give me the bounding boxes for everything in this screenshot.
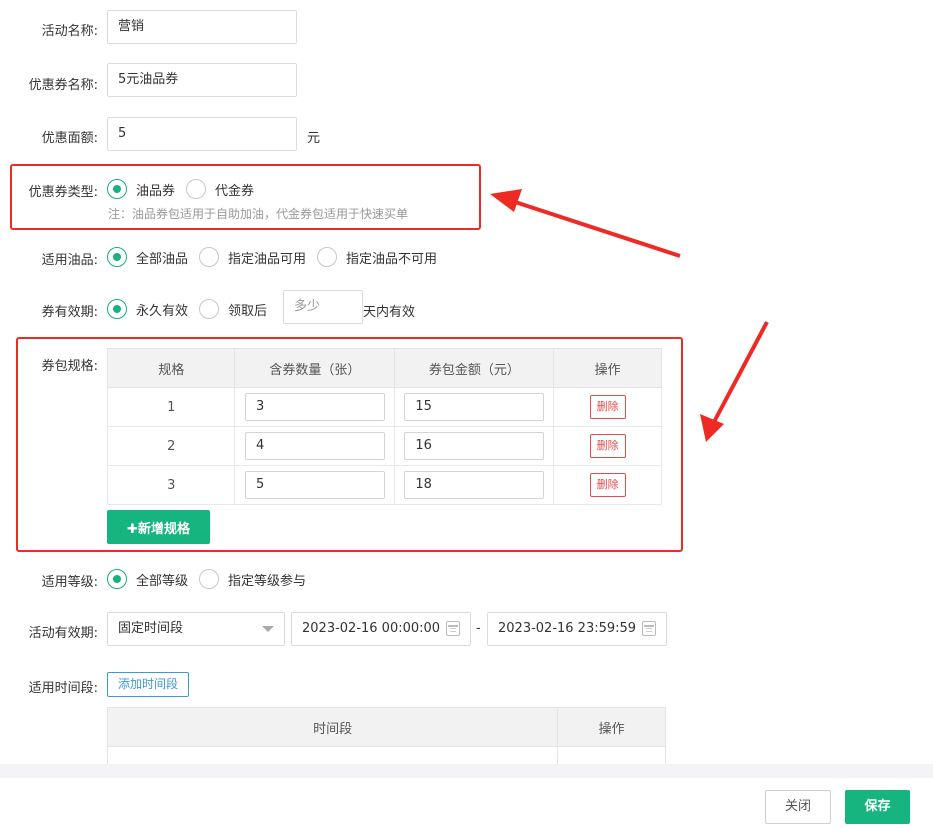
table-row: 1 3 15 删除: [106, 387, 662, 427]
radio-excluded-products-label[interactable]: 指定油品不可用: [346, 248, 437, 267]
applicable-products-label: 适用油品:: [41, 253, 98, 268]
spec-cell: 1: [106, 387, 236, 427]
column-header-spec: 规格: [106, 348, 236, 388]
delete-button[interactable]: 删除: [589, 434, 626, 458]
radio-excluded-products[interactable]: [317, 247, 338, 267]
applicable-products-radio-group: 全部油品 指定油品可用 指定油品不可用: [107, 246, 448, 268]
start-date-picker[interactable]: 2023-02-16 00:00:00: [291, 612, 471, 646]
activity-name-input[interactable]: 营销: [107, 10, 297, 44]
radio-all-products-label[interactable]: 全部油品: [136, 248, 188, 267]
radio-all-levels-label[interactable]: 全部等级: [136, 570, 188, 589]
package-spec-table: 规格 含券数量（张） 券包金额（元） 操作 1 3 15 删除 2 4 16 删…: [106, 348, 662, 505]
radio-cash-coupon[interactable]: [186, 179, 207, 199]
validity-days-input[interactable]: 多少: [283, 290, 363, 324]
table-header-row: 规格 含券数量（张） 券包金额（元） 操作: [106, 348, 662, 388]
column-header-action: 操作: [557, 707, 666, 747]
spec-cell: 2: [106, 426, 236, 466]
column-header-action: 操作: [553, 348, 662, 388]
close-button[interactable]: 关闭: [765, 790, 831, 824]
validity-label: 券有效期:: [41, 305, 98, 320]
annotation-arrow-head-1: [490, 189, 522, 212]
save-button[interactable]: 保存: [845, 790, 910, 824]
annotation-arrow-head-2: [700, 414, 724, 442]
radio-all-levels[interactable]: [107, 569, 127, 589]
radio-after-receive-label[interactable]: 领取后: [228, 300, 267, 319]
coupon-type-label: 优惠券类型:: [28, 185, 98, 200]
radio-oil-coupon[interactable]: [107, 179, 127, 199]
radio-after-receive[interactable]: [199, 299, 220, 319]
radio-oil-coupon-label[interactable]: 油品券: [136, 180, 175, 199]
coupon-count-input[interactable]: 3: [244, 393, 385, 421]
package-spec-label: 券包规格:: [41, 359, 98, 374]
table-row: 3 5 18 删除: [106, 465, 662, 505]
end-date-picker[interactable]: 2023-02-16 23:59:59: [487, 612, 667, 646]
annotation-arrow-line-1: [511, 199, 681, 258]
radio-permanent-label[interactable]: 永久有效: [136, 300, 188, 319]
coupon-name-label: 优惠券名称:: [28, 78, 98, 93]
annotation-arrow-line-2: [712, 321, 769, 423]
package-amount-input[interactable]: 16: [404, 432, 545, 460]
period-type-select-value: 固定时间段: [118, 621, 184, 636]
face-value-unit: 元: [307, 131, 321, 146]
applicable-level-label: 适用等级:: [41, 575, 98, 590]
end-date-value: 2023-02-16 23:59:59: [498, 621, 637, 636]
validity-radio-group: 永久有效 领取后: [107, 298, 278, 320]
column-header-amount: 券包金额（元）: [394, 348, 555, 388]
delete-button[interactable]: 删除: [589, 473, 626, 497]
activity-name-label: 活动名称:: [41, 24, 98, 39]
calendar-icon: [642, 621, 656, 636]
period-type-select[interactable]: 固定时间段: [107, 612, 285, 646]
radio-specified-levels[interactable]: [199, 569, 220, 589]
coupon-type-radio-group: 油品券 代金券: [107, 178, 265, 200]
add-time-slot-button[interactable]: 添加时间段: [107, 672, 189, 697]
radio-specified-levels-label[interactable]: 指定等级参与: [228, 570, 306, 589]
caret-down-icon: [262, 626, 274, 632]
time-slots-table: 时间段 操作: [106, 707, 666, 767]
radio-specified-products-label[interactable]: 指定油品可用: [228, 248, 306, 267]
face-value-input[interactable]: 5: [107, 117, 297, 151]
coupon-count-input[interactable]: 4: [244, 432, 385, 460]
table-header-row: 时间段 操作: [106, 707, 666, 747]
face-value-label: 优惠面额:: [41, 131, 98, 146]
coupon-type-note: 注：油品券包适用于自助加油，代金券包适用于快速买单: [108, 207, 409, 221]
start-date-value: 2023-02-16 00:00:00: [302, 621, 441, 636]
activity-period-label: 活动有效期:: [28, 626, 98, 641]
coupon-count-input[interactable]: 5: [244, 471, 385, 499]
package-amount-input[interactable]: 15: [404, 393, 545, 421]
calendar-icon: [446, 621, 460, 636]
coupon-name-input[interactable]: 5元油品券: [107, 63, 297, 97]
applicable-level-radio-group: 全部等级 指定等级参与: [107, 568, 317, 590]
radio-permanent[interactable]: [107, 299, 127, 319]
radio-all-products[interactable]: [107, 247, 127, 267]
table-row: 2 4 16 删除: [106, 426, 662, 466]
delete-button[interactable]: 删除: [589, 395, 626, 419]
radio-specified-products[interactable]: [199, 247, 220, 267]
validity-days-suffix: 天内有效: [363, 305, 416, 320]
add-spec-button[interactable]: ✚新增规格: [107, 510, 210, 544]
time-slots-label: 适用时间段:: [28, 681, 98, 696]
date-range-separator: -: [476, 621, 481, 636]
column-header-count: 含券数量（张）: [234, 348, 396, 388]
column-header-time-slot: 时间段: [106, 707, 559, 747]
spec-cell: 3: [106, 465, 236, 505]
radio-cash-coupon-label[interactable]: 代金券: [215, 180, 254, 199]
package-amount-input[interactable]: 18: [404, 471, 545, 499]
